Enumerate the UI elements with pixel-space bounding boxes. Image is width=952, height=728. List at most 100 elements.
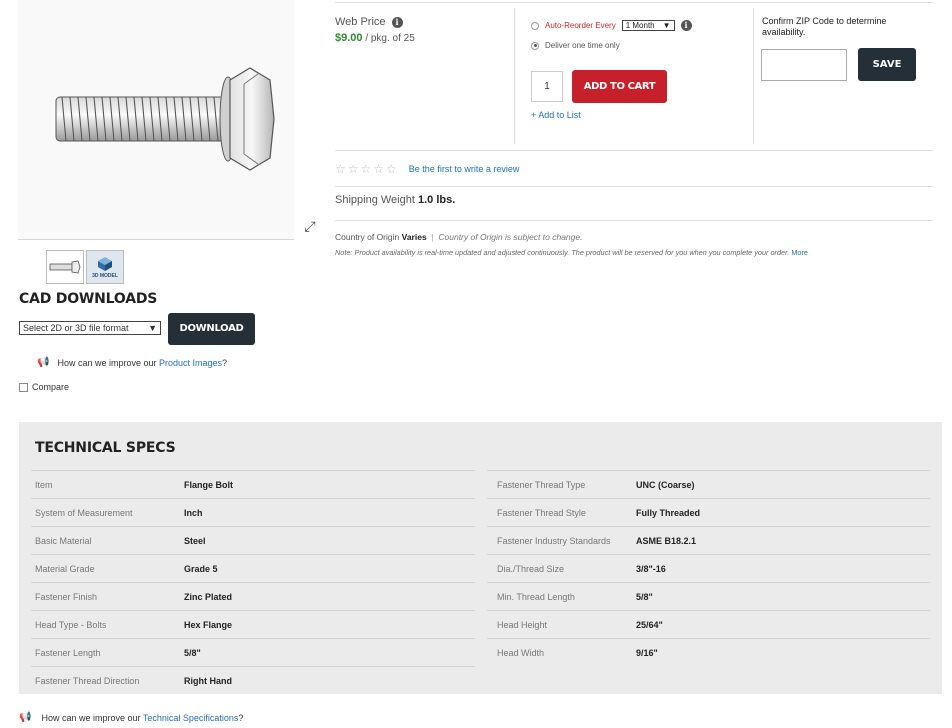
save-zip-button[interactable]: SAVE bbox=[858, 48, 916, 81]
technical-specs: TECHNICAL SPECS Item Flange Bolt System o… bbox=[19, 422, 942, 694]
origin-note: Country of Origin is subject to change. bbox=[438, 232, 583, 242]
shipping-weight-label: Shipping Weight bbox=[335, 194, 415, 206]
spec-row: System of Measurement Inch bbox=[31, 498, 475, 526]
spec-value: 5/8" bbox=[636, 591, 653, 602]
improve-images-prefix: How can we improve our bbox=[57, 357, 157, 368]
web-price-label: Web Price bbox=[335, 16, 386, 28]
spec-value: ASME B18.2.1 bbox=[636, 535, 697, 546]
shipping-weight-value: 1.0 lbs. bbox=[417, 194, 456, 206]
thumbnail-bolt[interactable] bbox=[46, 250, 84, 284]
spec-value: Right Hand bbox=[184, 675, 232, 686]
chevron-down-icon: ▼ bbox=[662, 21, 671, 30]
spec-value: 25/64" bbox=[636, 619, 663, 630]
spec-row: Fastener Length 5/8" bbox=[31, 638, 475, 666]
bolt-thumb-icon bbox=[49, 260, 81, 274]
price: $9.00 / pkg. of 25 bbox=[335, 32, 415, 44]
more-link[interactable]: More bbox=[791, 248, 808, 257]
product-image-panel bbox=[18, 0, 294, 240]
spec-name: Fastener Thread Direction bbox=[35, 675, 140, 686]
deliver-once-radio[interactable] bbox=[531, 41, 539, 50]
spec-name: Head Width bbox=[497, 647, 545, 658]
reorder-frequency-select[interactable]: 1 Month ▼ bbox=[621, 20, 675, 31]
quantity-input[interactable]: 1 bbox=[531, 71, 563, 102]
country-of-origin: Country of Origin Varies | Country of Or… bbox=[335, 232, 582, 242]
spec-row: Dia./Thread Size 3/8"-16 bbox=[487, 554, 930, 582]
spec-value: Grade 5 bbox=[184, 563, 218, 574]
add-to-cart-button[interactable]: ADD TO CART bbox=[572, 70, 667, 103]
megaphone-icon: 📢 bbox=[37, 357, 50, 368]
deliver-once-option[interactable]: Deliver one time only bbox=[531, 41, 620, 50]
spec-row: Head Width 9/16" bbox=[487, 638, 930, 666]
compare-option[interactable]: Compare bbox=[19, 382, 69, 392]
info-icon[interactable]: i bbox=[391, 16, 403, 28]
improve-specs-suffix: ? bbox=[238, 712, 244, 723]
expand-icon[interactable]: ⤢ bbox=[298, 214, 322, 238]
spec-row: Head Type - Bolts Hex Flange bbox=[31, 610, 475, 638]
download-button[interactable]: DOWNLOAD bbox=[168, 313, 255, 345]
spec-value: Steel bbox=[184, 535, 206, 546]
web-price-header: Web Price i bbox=[335, 16, 403, 28]
spec-value: 5/8" bbox=[184, 647, 201, 658]
improve-specs-feedback: 📢 How can we improve our Technical Speci… bbox=[19, 712, 243, 723]
zip-label: Confirm ZIP Code to determine availabili… bbox=[762, 16, 887, 37]
thumbnail-3d-model[interactable]: 3D MODEL bbox=[86, 250, 124, 284]
cube-icon bbox=[98, 256, 112, 271]
technical-specs-title: TECHNICAL SPECS bbox=[35, 440, 176, 456]
spec-value: 3/8"-16 bbox=[636, 563, 666, 574]
spec-row: Fastener Thread Type UNC (Coarse) bbox=[487, 470, 930, 498]
spec-value: 9/16" bbox=[636, 647, 658, 658]
spec-row: Min. Thread Length 5/8" bbox=[487, 582, 930, 610]
zip-code-input[interactable] bbox=[761, 49, 847, 81]
review-row: ☆☆☆☆☆ Be the first to write a review bbox=[335, 162, 519, 176]
cad-downloads-title: CAD DOWNLOADS bbox=[19, 291, 158, 307]
spec-value: Hex Flange bbox=[184, 619, 233, 630]
improve-images-feedback: 📢 How can we improve our Product Images? bbox=[37, 357, 227, 368]
spec-name: Fastener Industry Standards bbox=[497, 535, 611, 546]
rating-stars: ☆☆☆☆☆ bbox=[335, 162, 399, 176]
spec-row: Head Height 25/64" bbox=[487, 610, 930, 638]
spec-name: Min. Thread Length bbox=[497, 591, 575, 602]
auto-reorder-radio[interactable] bbox=[531, 21, 539, 30]
technical-specifications-link[interactable]: Technical Specifications bbox=[143, 713, 239, 723]
divider bbox=[335, 2, 933, 3]
spec-row: Fastener Thread Style Fully Threaded bbox=[487, 498, 930, 526]
cad-format-select-value: Select 2D or 3D file format bbox=[23, 323, 129, 333]
specs-column-right: Fastener Thread Type UNC (Coarse) Fastene… bbox=[487, 470, 930, 666]
spec-name: Fastener Finish bbox=[35, 591, 98, 602]
spec-name: Basic Material bbox=[35, 535, 92, 546]
divider bbox=[335, 186, 933, 187]
spec-name: Fastener Thread Type bbox=[497, 479, 586, 490]
price-value: $9.00 bbox=[335, 32, 363, 44]
spec-row: Material Grade Grade 5 bbox=[31, 554, 475, 582]
divider bbox=[753, 8, 754, 144]
availability-note: Note: Product availability is real-time … bbox=[335, 248, 808, 257]
spec-value: Inch bbox=[184, 507, 203, 518]
origin-label: Country of Origin bbox=[335, 232, 400, 242]
spec-row: Fastener Industry Standards ASME B18.2.1 bbox=[487, 526, 930, 554]
spec-row: Item Flange Bolt bbox=[31, 470, 475, 498]
add-to-list-link[interactable]: + Add to List bbox=[531, 110, 581, 120]
reorder-frequency-value: 1 Month bbox=[625, 21, 655, 30]
compare-label: Compare bbox=[32, 382, 70, 392]
improve-images-suffix: ? bbox=[222, 357, 228, 368]
info-icon[interactable]: i bbox=[680, 20, 692, 31]
spec-name: Fastener Thread Style bbox=[497, 507, 586, 518]
spec-name: Fastener Length bbox=[35, 647, 101, 658]
flange-bolt-image bbox=[55, 67, 275, 171]
compare-checkbox[interactable] bbox=[19, 382, 28, 392]
cad-format-select[interactable]: Select 2D or 3D file format ▼ bbox=[19, 321, 161, 335]
divider bbox=[335, 220, 933, 221]
auto-reorder-option[interactable]: Auto-Reorder Every 1 Month ▼ i bbox=[531, 20, 692, 31]
write-review-link[interactable]: Be the first to write a review bbox=[409, 164, 520, 174]
spec-value: Flange Bolt bbox=[184, 479, 233, 490]
product-images-link[interactable]: Product Images bbox=[159, 358, 222, 368]
spec-name: Dia./Thread Size bbox=[497, 563, 565, 574]
shipping-weight: Shipping Weight 1.0 lbs. bbox=[335, 194, 455, 206]
spec-name: Head Height bbox=[497, 619, 548, 630]
price-unit: / pkg. of 25 bbox=[365, 33, 415, 44]
specs-column-left: Item Flange Bolt System of Measurement Inc… bbox=[31, 470, 475, 694]
availability-note-text: Note: Product availability is real-time … bbox=[335, 248, 790, 257]
spec-row: Fastener Thread Direction Right Hand bbox=[31, 666, 475, 694]
improve-specs-prefix: How can we improve our bbox=[41, 712, 141, 723]
spec-name: System of Measurement bbox=[35, 507, 133, 518]
